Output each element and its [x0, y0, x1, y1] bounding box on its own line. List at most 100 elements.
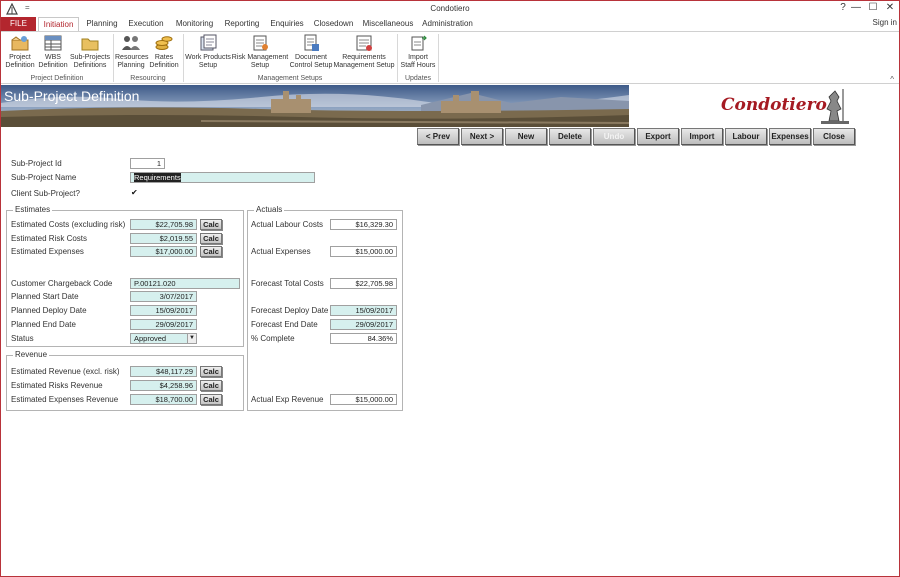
delete-button[interactable]: Delete: [549, 128, 591, 145]
actual-labour-field[interactable]: $16,329.30: [330, 219, 397, 230]
sub-project-id-field[interactable]: 1: [130, 158, 165, 169]
est-risks-revenue-label: Estimated Risks Revenue: [11, 381, 103, 390]
est-risk-label: Estimated Risk Costs: [11, 234, 88, 243]
window-title: Condotiero: [430, 4, 470, 13]
pct-complete-field[interactable]: 84.36%: [330, 333, 397, 344]
close-button[interactable]: Close: [813, 128, 855, 145]
estimates-title: Estimates: [13, 205, 53, 214]
status-select[interactable]: Approved ▼: [130, 333, 197, 344]
forecast-end-field[interactable]: 29/09/2017: [330, 319, 397, 330]
planned-deploy-field[interactable]: 15/09/2017: [130, 305, 197, 316]
coins-icon: [155, 36, 173, 50]
planned-start-field[interactable]: 3/07/2017: [130, 291, 197, 302]
calc-est-costs-button[interactable]: Calc: [200, 219, 222, 230]
est-costs-label: Estimated Costs (excluding risk): [11, 220, 126, 229]
est-revenue-field[interactable]: $48,117.29: [130, 366, 197, 377]
forecast-deploy-field[interactable]: 15/09/2017: [330, 305, 397, 316]
tab-miscellaneous[interactable]: Miscellaneous: [361, 17, 415, 31]
wbs-definition-button[interactable]: WBS Definition: [37, 34, 69, 70]
status-label: Status: [11, 334, 34, 343]
tab-administration[interactable]: Administration: [420, 17, 475, 31]
client-sub-project-checkbox[interactable]: ✔: [131, 189, 139, 197]
est-expenses-revenue-field[interactable]: $18,700.00: [130, 394, 197, 405]
rates-definition-button[interactable]: Rates Definition: [147, 34, 181, 70]
est-expenses-label: Estimated Expenses: [11, 247, 84, 256]
expenses-button[interactable]: Expenses: [769, 128, 811, 145]
requirements-label-1: Requirements: [342, 54, 386, 61]
est-risks-revenue-field[interactable]: $4,258.96: [130, 380, 197, 391]
project-definition-label-2: Definition: [5, 62, 35, 69]
actual-expenses-field[interactable]: $15,000.00: [330, 246, 397, 257]
actual-exp-revenue-field[interactable]: $15,000.00: [330, 394, 397, 405]
tab-enquiries[interactable]: Enquiries: [267, 17, 307, 31]
tab-monitoring[interactable]: Monitoring: [172, 17, 217, 31]
planned-end-field[interactable]: 29/09/2017: [130, 319, 197, 330]
chargeback-label: Customer Chargeback Code: [11, 279, 113, 288]
forecast-end-label: Forecast End Date: [251, 320, 318, 329]
group-label-management-setups: Management Setups: [257, 75, 323, 82]
sub-projects-label-2: Definitions: [73, 62, 107, 69]
prev-button[interactable]: < Prev: [417, 128, 459, 145]
status-value: Approved: [134, 334, 167, 343]
sub-projects-label-1: Sub-Projects: [69, 54, 111, 61]
planned-start-label: Planned Start Date: [11, 292, 79, 301]
minimize-button[interactable]: —: [848, 2, 864, 13]
calc-est-risks-revenue-button[interactable]: Calc: [200, 380, 222, 391]
work-products-setup-button[interactable]: Work Products Setup: [185, 34, 231, 70]
labour-button[interactable]: Labour: [725, 128, 767, 145]
new-button[interactable]: New: [505, 128, 547, 145]
sub-project-name-field[interactable]: Requirements: [130, 172, 315, 183]
chargeback-field[interactable]: P.00121.020: [130, 278, 240, 289]
group-separator: [113, 34, 114, 82]
risk-management-setup-button[interactable]: Risk Management Setup: [231, 34, 289, 70]
client-sub-project-label: Client Sub-Project?: [11, 189, 80, 198]
est-costs-field[interactable]: $22,705.98: [130, 219, 197, 230]
resources-planning-button[interactable]: Resources Planning: [115, 34, 149, 70]
tab-reporting[interactable]: Reporting: [222, 17, 262, 31]
tab-closedown[interactable]: Closedown: [312, 17, 355, 31]
export-button[interactable]: Export: [637, 128, 679, 145]
sub-project-name-label: Sub-Project Name: [11, 173, 77, 182]
est-risk-field[interactable]: $2,019.55: [130, 233, 197, 244]
tab-file[interactable]: FILE: [1, 17, 36, 31]
document-control-label-2: Control Setup: [289, 62, 333, 69]
document-control-setup-button[interactable]: Document Control Setup: [289, 34, 333, 70]
close-window-button[interactable]: ✕: [882, 2, 898, 13]
import-icon: [411, 35, 427, 51]
import-staff-label-2: Staff Hours: [400, 62, 436, 69]
tab-initiation[interactable]: Initiation: [38, 17, 79, 32]
est-expenses-field[interactable]: $17,000.00: [130, 246, 197, 257]
restore-button[interactable]: ☐: [865, 2, 881, 13]
chevron-down-icon[interactable]: ▼: [187, 334, 196, 343]
group-separator: [183, 34, 184, 82]
calc-est-revenue-button[interactable]: Calc: [200, 366, 222, 377]
calc-est-expenses-button[interactable]: Calc: [200, 246, 222, 257]
calc-est-expenses-revenue-button[interactable]: Calc: [200, 394, 222, 405]
undo-button[interactable]: Undo: [593, 128, 635, 145]
est-expenses-revenue-label: Estimated Expenses Revenue: [11, 395, 119, 404]
actual-exp-revenue-label: Actual Exp Revenue: [251, 395, 324, 404]
requirements-label-2: Management Setup: [333, 62, 395, 69]
project-definition-button[interactable]: Project Definition: [3, 34, 37, 70]
requirements-management-setup-button[interactable]: Requirements Management Setup: [333, 34, 395, 70]
next-button[interactable]: Next >: [461, 128, 503, 145]
resources-planning-label-1: Resources: [115, 54, 149, 61]
collapse-ribbon-button[interactable]: ^: [890, 75, 894, 84]
logo-area: Condotiero: [629, 85, 899, 127]
risk-management-label-1: Risk Management: [231, 54, 289, 61]
calc-est-risk-button[interactable]: Calc: [200, 233, 222, 244]
sub-project-id-label: Sub-Project Id: [11, 159, 62, 168]
condotiero-logo-text: Condotiero: [721, 95, 827, 115]
wbs-definition-label-1: WBS: [45, 54, 61, 61]
tab-planning[interactable]: Planning: [83, 17, 121, 31]
sub-projects-definitions-button[interactable]: Sub-Projects Definitions: [69, 34, 111, 70]
group-label-project-definition: Project Definition: [30, 75, 84, 82]
forecast-total-field[interactable]: $22,705.98: [330, 278, 397, 289]
group-label-resourcing: Resourcing: [130, 75, 166, 82]
import-staff-hours-button[interactable]: Import Staff Hours: [399, 34, 437, 70]
app-window: = Condotiero ? — ☐ ✕ FILE Initiation Pla…: [0, 0, 900, 577]
title-bar: = Condotiero ? — ☐ ✕: [1, 1, 899, 17]
import-button[interactable]: Import: [681, 128, 723, 145]
sign-in-link[interactable]: Sign in: [873, 18, 897, 27]
tab-execution[interactable]: Execution: [126, 17, 166, 31]
